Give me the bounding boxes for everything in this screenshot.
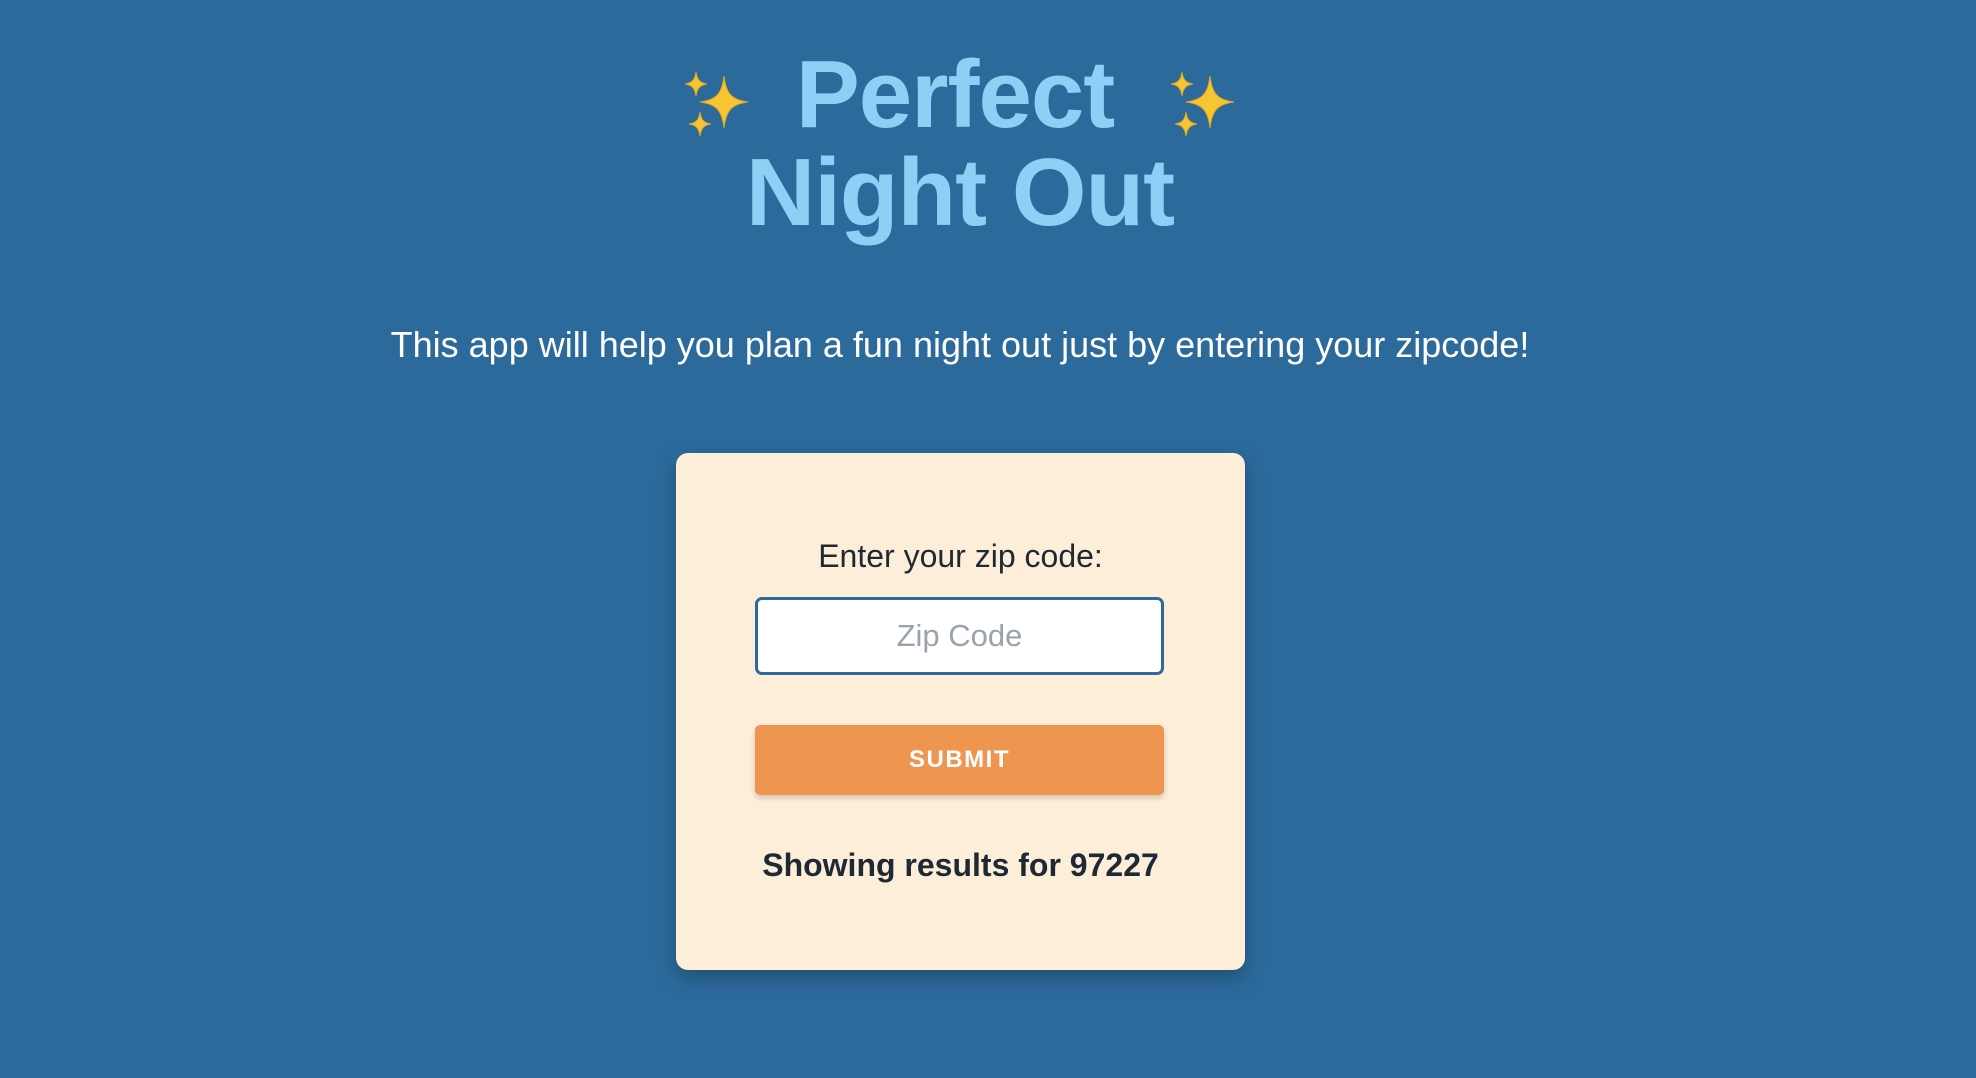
sparkles-icon [682, 59, 752, 136]
zip-form-card: Enter your zip code: SUBMIT Showing resu… [676, 453, 1245, 970]
zip-code-input[interactable] [755, 597, 1164, 675]
intro-text: This app will help you plan a fun night … [390, 324, 1530, 365]
page: Perfect Night Out This app will help you… [0, 0, 1976, 1078]
results-status: Showing results for 97227 [762, 847, 1159, 883]
zip-code-label: Enter your zip code: [818, 538, 1103, 574]
sparkles-icon [1168, 59, 1238, 136]
title-line-1: Perfect [795, 41, 1115, 148]
submit-button[interactable]: SUBMIT [755, 725, 1164, 795]
title-line-2: Night Out [745, 139, 1175, 246]
page-title: Perfect Night Out [0, 46, 1920, 242]
